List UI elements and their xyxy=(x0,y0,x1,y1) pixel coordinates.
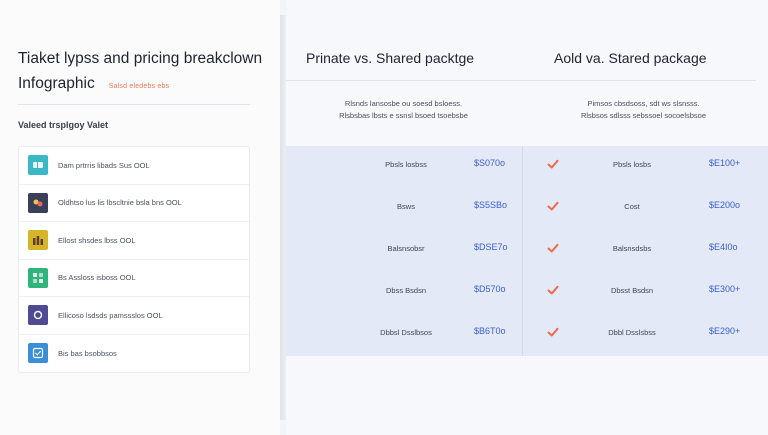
table-row[interactable]: Balsnsobsr $DSE7o Balsnsdsbs $E4I0o xyxy=(286,230,768,272)
comparison-panel: Prinate vs. Shared packtge Aold va. Star… xyxy=(286,0,768,435)
description-line: Rlsnds lansosbe ou soesd bsloess. xyxy=(344,99,463,108)
grid-icon xyxy=(28,267,48,288)
page-title: Tiaket lypss and pricing breakclown xyxy=(18,50,263,67)
row-price-private: $S5SBo xyxy=(474,200,508,210)
list-item-label: Ellost shsdes lbss OOL xyxy=(58,235,136,245)
row-name-private: Dbss Bsdsn xyxy=(385,286,427,295)
header-rule xyxy=(286,80,756,81)
row-name-shared: Balsnsdsbs xyxy=(612,244,652,253)
section-label: Valeed trsplgoy Valet xyxy=(18,120,109,130)
column-heading-shared: Aold va. Stared package xyxy=(554,50,707,66)
column-heading-private: Prinate vs. Shared packtge xyxy=(306,50,475,66)
row-name-private: Dbbsl Dsslbsos xyxy=(380,328,432,337)
row-price-private: $DSE7o xyxy=(474,242,508,252)
description-line: Pimsos cbsdsoss, sdt ws slsnsss. xyxy=(587,99,700,108)
left-panel: Tiaket lypss and pricing breakclown Info… xyxy=(0,0,280,435)
row-price-private: $S070o xyxy=(474,158,506,168)
list-item[interactable]: Bs Assloss isboss OOL xyxy=(19,260,249,297)
row-price-shared: $E300+ xyxy=(709,284,741,294)
list-item[interactable]: Ellost shsdes lbss OOL xyxy=(19,222,249,260)
list-item-label: Oldhtso lus lis lbscltnie bsla bns OOL xyxy=(58,198,182,208)
checkmark-icon xyxy=(546,157,560,171)
checkmark-icon xyxy=(546,199,560,213)
list-item[interactable]: Dam prtrris libads Sus OOL xyxy=(19,147,249,185)
row-price-shared: $E200o xyxy=(709,200,741,210)
description-line: Rlsbsbas lbsts e ssnsl bsoed tsoebsbe xyxy=(339,111,468,120)
checkmark-icon xyxy=(546,325,560,339)
description-line: Rlsbsos sdlsss sebssoel socoelsbsoe xyxy=(580,111,707,120)
row-price-shared: $E290+ xyxy=(709,326,741,336)
subtitle-tag: Salsd eledebs ebs xyxy=(108,83,170,90)
row-name-private: Balsnsobsr xyxy=(387,244,425,253)
list-item-label: Bs Assloss isboss OOL xyxy=(58,273,136,283)
list-item-label: Ellicoso lsdsds pamssslos OOL xyxy=(58,310,163,320)
table-row[interactable]: Bsws $S5SBo Cost $E200o xyxy=(286,188,768,230)
checkmark-icon xyxy=(546,241,560,255)
crowd-icon xyxy=(28,230,48,251)
left-divider-rule xyxy=(18,104,250,105)
check-card-icon xyxy=(28,343,48,364)
row-name-private: Pbsls losbss xyxy=(385,160,427,169)
list-item-label: Bis bas bsobbsos xyxy=(58,348,117,358)
ticket-type-list: Dam prtrris libads Sus OOL Oldhtso lus l… xyxy=(18,146,250,373)
row-price-private: $D570o xyxy=(474,284,506,294)
table-row[interactable]: Pbsls losbss $S070o Pbsls losbs $E100+ xyxy=(286,146,768,188)
table-row[interactable]: Dbbsl Dsslbsos $B6T0o Dbbl Dsslsbss $E29… xyxy=(286,314,768,356)
row-price-shared: $E100+ xyxy=(709,158,741,168)
list-item[interactable]: Oldhtso lus lis lbscltnie bsla bns OOL xyxy=(19,185,249,222)
title-block: Tiaket lypss and pricing breakclown Info… xyxy=(18,46,268,96)
row-name-shared: Dbbl Dsslsbss xyxy=(608,328,656,337)
list-item-label: Dam prtrris libads Sus OOL xyxy=(58,160,150,170)
row-name-shared: Pbsls losbs xyxy=(613,160,651,169)
row-name-shared: Cost xyxy=(624,202,640,211)
row-price-shared: $E4I0o xyxy=(709,242,738,252)
page-title-line2: Infographic xyxy=(18,75,95,92)
ticket-icon xyxy=(28,155,48,176)
map-icon xyxy=(28,192,48,213)
checkmark-icon xyxy=(546,283,560,297)
list-item[interactable]: Ellicoso lsdsds pamssslos OOL xyxy=(19,297,249,335)
list-item[interactable]: Bis bas bsobbsos xyxy=(19,335,249,373)
description-private: Rlsnds lansosbe ou soesd bsloess. Rlsbsb… xyxy=(286,98,521,122)
row-price-private: $B6T0o xyxy=(474,326,506,336)
row-name-private: Bsws xyxy=(397,202,415,211)
infographic-page: Tiaket lypss and pricing breakclown Info… xyxy=(0,0,768,435)
badge-icon xyxy=(28,305,48,326)
row-name-shared: Dbsst Bsdsn xyxy=(610,286,654,295)
table-row[interactable]: Dbss Bsdsn $D570o Dbsst Bsdsn $E300+ xyxy=(286,272,768,314)
description-shared: Pimsos cbsdsoss, sdt ws slsnsss. Rlsbsos… xyxy=(531,98,756,122)
